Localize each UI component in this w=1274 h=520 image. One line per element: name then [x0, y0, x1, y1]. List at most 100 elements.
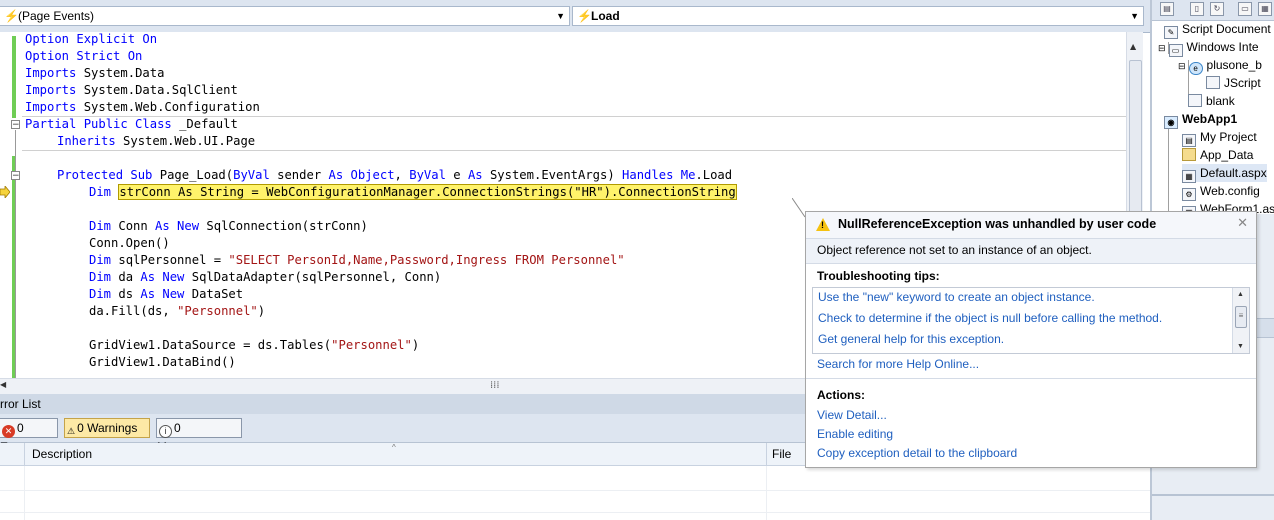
tree-item-webapp1[interactable]: ◉ WebApp1 [1164, 110, 1237, 129]
code-line[interactable]: Option Explicit On [25, 31, 157, 48]
column-header-file[interactable]: File [772, 443, 791, 465]
code-line[interactable]: da.Fill(ds, "Personnel") [89, 303, 265, 320]
method-dropdown[interactable]: ⚡ Load ▼ [572, 6, 1144, 26]
code-keyword: As [467, 168, 483, 182]
copy-exception-link[interactable]: Copy exception detail to the clipboard [817, 446, 1017, 460]
scroll-thumb[interactable]: ≡ [1235, 306, 1247, 328]
code-text: da [111, 270, 141, 284]
tree-item-script-documents[interactable]: ✎ Script Document [1164, 20, 1271, 39]
exception-title: NullReferenceException was unhandled by … [838, 217, 1157, 231]
code-keyword: Dim [89, 287, 112, 301]
code-line[interactable]: Partial Public Class _Default [25, 116, 238, 133]
collapse-class-toggle[interactable]: − [11, 120, 20, 130]
view-designer-icon[interactable]: ▦ [1258, 2, 1272, 16]
code-line[interactable]: Option Strict On [25, 48, 142, 65]
code-text: sender [269, 168, 329, 182]
code-line[interactable]: Imports System.Data [25, 65, 164, 82]
scroll-up-icon[interactable]: ▲ [1237, 291, 1244, 298]
refresh-icon[interactable]: ↻ [1210, 2, 1224, 16]
errors-filter-button[interactable]: ✕0 Errors [0, 418, 58, 454]
column-header-description[interactable]: Description [32, 443, 92, 465]
actions-heading: Actions: [817, 388, 865, 402]
code-line[interactable]: Imports System.Web.Configuration [25, 99, 260, 116]
code-text: DataSet [184, 287, 244, 301]
tree-item-jscript[interactable]: JScript [1206, 74, 1261, 92]
code-text: ) [411, 338, 420, 352]
search-help-online-link[interactable]: Search for more Help Online... [817, 357, 979, 371]
show-all-files-icon[interactable]: ▯ [1190, 2, 1204, 16]
code-text: ds [111, 287, 141, 301]
dropdown-arrow-icon[interactable]: ▼ [1130, 7, 1139, 25]
current-statement-line[interactable]: Dim strConn As String = WebConfiguration… [89, 184, 737, 201]
execution-pointer-icon [0, 186, 10, 198]
code-keyword: ByVal [409, 168, 446, 182]
code-line[interactable]: Dim Conn As New SqlConnection(strConn) [89, 218, 368, 235]
column-divider[interactable] [766, 443, 767, 465]
dropdown-arrow-icon[interactable]: ▼ [556, 7, 565, 25]
grid-row-line [0, 512, 1150, 513]
code-keyword: As New [140, 270, 185, 284]
view-code-icon[interactable]: ▭ [1238, 2, 1252, 16]
warning-mark: ! [821, 220, 824, 230]
code-keyword: Inherits [57, 134, 116, 148]
collapse-icon[interactable]: ⊟ [1158, 43, 1166, 53]
sort-arrow-icon: ^ [392, 443, 396, 452]
column-header-blank[interactable] [0, 443, 25, 465]
event-bolt-icon: ⚡ [4, 9, 19, 23]
code-line[interactable]: GridView1.DataBind() [89, 354, 236, 371]
scroll-left-icon[interactable]: ◀ [0, 380, 6, 389]
collapse-icon[interactable]: ⊟ [1178, 61, 1186, 71]
code-text: Page_Load( [152, 168, 234, 182]
tip-link[interactable]: Use the "new" keyword to create an objec… [818, 290, 1095, 304]
code-keyword: Dim [89, 219, 112, 233]
code-keyword: As Object [328, 168, 395, 182]
scroll-up-icon[interactable]: ▲ [1130, 42, 1136, 51]
scroll-thumb[interactable] [1129, 60, 1142, 222]
code-keyword: Option Explicit On [25, 32, 158, 46]
code-line[interactable]: Protected Sub Page_Load( ByVal sender As … [57, 167, 732, 184]
tree-item-my-project[interactable]: ▤ My Project [1182, 128, 1257, 147]
code-text: System.Web.UI.Page [115, 134, 256, 148]
tree-line [1168, 128, 1169, 214]
messages-filter-button[interactable]: i0 Messages [156, 418, 242, 454]
tree-item-windows-internet[interactable]: ⊟ ▭ Windows Inte [1158, 38, 1259, 57]
tip-link[interactable]: Get general help for this exception. [818, 332, 1004, 346]
tip-link[interactable]: Check to determine if the object is null… [818, 311, 1162, 325]
properties-icon[interactable]: ▤ [1160, 2, 1174, 16]
code-keyword: As New [155, 219, 200, 233]
warnings-filter-button[interactable]: ⚠ 0 Warnings [64, 418, 150, 438]
tree-item-web-config[interactable]: ⚙ Web.config [1182, 182, 1260, 201]
code-line[interactable]: Dim ds As New DataSet [89, 286, 243, 303]
class-dropdown[interactable]: ⚡ (Page Events) ▼ [0, 6, 570, 26]
panel-divider [1152, 494, 1274, 496]
blank-page-icon [1188, 94, 1202, 107]
info-icon: i [159, 425, 172, 438]
code-line[interactable]: Inherits System.Web.UI.Page [57, 133, 255, 150]
code-keyword: Protected Sub [57, 168, 153, 182]
exception-message-band: Object reference not set to an instance … [806, 238, 1256, 264]
scroll-down-icon[interactable]: ▼ [1237, 343, 1244, 350]
close-icon[interactable]: ✕ [1237, 215, 1248, 231]
tree-item-plusone[interactable]: ⊟ e plusone_b [1178, 56, 1262, 75]
folder-icon [1182, 148, 1196, 161]
tree-item-default-aspx[interactable]: ▦ Default.aspx [1182, 164, 1267, 183]
enable-editing-link[interactable]: Enable editing [817, 427, 893, 441]
code-line[interactable]: Dim da As New SqlDataAdapter(sqlPersonne… [89, 269, 441, 286]
tips-scrollbar[interactable]: ▲ ≡ ▼ [1232, 288, 1249, 353]
event-bolt-icon: ⚡ [577, 9, 592, 23]
code-line[interactable]: GridView1.DataSource = ds.Tables("Person… [89, 337, 419, 354]
member-dropdown-bar: ⚡ (Page Events) ▼ ⚡ Load ▼ [0, 0, 1150, 33]
scroll-grip-icon[interactable]: ⁞⁞⁞ [490, 380, 500, 391]
collapse-sub-toggle[interactable]: − [11, 171, 20, 181]
code-text: System.Data [76, 66, 165, 80]
code-line[interactable]: Dim sqlPersonnel = "SELECT PersonId,Name… [89, 252, 625, 269]
code-line[interactable]: Conn.Open() [89, 235, 170, 252]
code-text: GridView1.DataBind() [89, 355, 236, 369]
code-line[interactable]: Imports System.Data.SqlClient [25, 82, 238, 99]
tree-item-blank[interactable]: blank [1188, 92, 1235, 110]
code-separator [22, 150, 1126, 151]
code-text: System.EventArgs) [482, 168, 623, 182]
view-detail-link[interactable]: View Detail... [817, 408, 887, 422]
tree-item-app-data[interactable]: App_Data [1182, 146, 1253, 164]
code-keyword: Imports [25, 83, 77, 97]
